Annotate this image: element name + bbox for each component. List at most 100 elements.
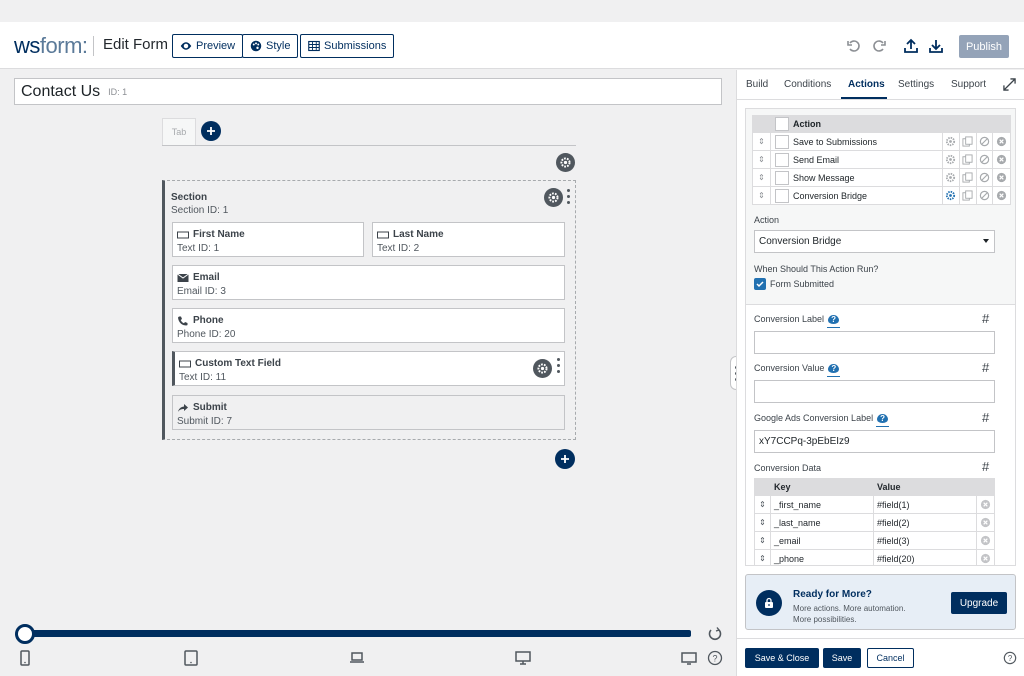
submissions-button[interactable]: Submissions bbox=[300, 34, 395, 58]
row-checkbox[interactable] bbox=[775, 188, 789, 203]
tab-actions[interactable]: Actions bbox=[848, 79, 885, 90]
drag-handle-icon[interactable]: ⇕ bbox=[755, 550, 771, 565]
delete-icon[interactable] bbox=[993, 151, 1010, 168]
field-first-name[interactable]: First Name Text ID: 1 bbox=[172, 222, 364, 257]
desktop-icon[interactable] bbox=[515, 650, 531, 666]
kv-row[interactable]: ⇕ _phone #field(20) bbox=[754, 550, 995, 565]
drag-handle-icon[interactable]: ⇕ bbox=[755, 514, 771, 531]
delete-icon[interactable] bbox=[977, 550, 994, 565]
tab-support[interactable]: Support bbox=[951, 79, 986, 90]
tab-1[interactable]: Tab bbox=[162, 118, 196, 145]
add-tab-button[interactable] bbox=[201, 121, 221, 141]
field-submit[interactable]: Submit Submit ID: 7 bbox=[172, 395, 565, 430]
kv-row[interactable]: ⇕ _first_name #field(1) bbox=[754, 496, 995, 514]
delete-icon[interactable] bbox=[977, 532, 994, 549]
expand-icon[interactable] bbox=[1003, 78, 1016, 91]
variable-hash-icon[interactable]: # bbox=[982, 459, 989, 474]
help-icon[interactable]: ? bbox=[877, 414, 889, 425]
disable-icon[interactable] bbox=[977, 187, 994, 204]
tab-build[interactable]: Build bbox=[746, 79, 768, 90]
help-icon[interactable]: ? bbox=[828, 315, 840, 326]
breakpoint-slider-handle[interactable] bbox=[15, 624, 35, 644]
upload-icon[interactable] bbox=[903, 38, 919, 54]
variable-hash-icon[interactable]: # bbox=[982, 360, 989, 375]
kv-key[interactable]: _phone bbox=[771, 550, 874, 565]
drag-handle-icon[interactable]: ⇕ bbox=[755, 496, 771, 513]
help-icon[interactable]: ? bbox=[828, 364, 840, 375]
kv-key[interactable]: _last_name bbox=[771, 514, 874, 531]
action-row[interactable]: ⇕ Show Message bbox=[752, 169, 1011, 187]
cancel-button[interactable]: Cancel bbox=[867, 648, 914, 668]
gear-icon[interactable] bbox=[943, 169, 960, 186]
style-button[interactable]: Style bbox=[242, 34, 299, 58]
laptop-icon[interactable] bbox=[349, 650, 365, 666]
preview-button[interactable]: Preview bbox=[172, 34, 244, 58]
save-close-button[interactable]: Save & Close bbox=[745, 648, 819, 668]
kv-value[interactable]: #field(1) bbox=[874, 496, 977, 513]
conversion-label-input[interactable] bbox=[754, 331, 995, 354]
reset-icon[interactable] bbox=[707, 626, 723, 642]
form-name-field[interactable]: Contact Us ID: 1 bbox=[14, 78, 722, 105]
wide-screen-icon[interactable] bbox=[681, 650, 697, 666]
mobile-icon[interactable] bbox=[17, 650, 33, 666]
field-custom-text[interactable]: Custom Text Field Text ID: 11 bbox=[172, 351, 565, 386]
checkmark-icon[interactable] bbox=[754, 278, 766, 290]
section-menu-icon[interactable] bbox=[567, 189, 571, 207]
field-menu-icon[interactable] bbox=[557, 358, 561, 376]
kv-value[interactable]: #field(2) bbox=[874, 514, 977, 531]
tab-settings-button[interactable] bbox=[556, 153, 575, 172]
save-button[interactable]: Save bbox=[823, 648, 861, 668]
gear-icon[interactable] bbox=[943, 187, 960, 204]
kv-row[interactable]: ⇕ _email #field(3) bbox=[754, 532, 995, 550]
delete-icon[interactable] bbox=[977, 496, 994, 513]
gear-icon[interactable] bbox=[943, 133, 960, 150]
drag-handle-icon[interactable]: ⇕ bbox=[753, 133, 771, 150]
redo-icon[interactable] bbox=[871, 38, 887, 54]
action-row[interactable]: ⇕ Save to Submissions bbox=[752, 133, 1011, 151]
kv-row[interactable]: ⇕ _last_name #field(2) bbox=[754, 514, 995, 532]
help-icon[interactable]: ? bbox=[1003, 651, 1017, 665]
drag-handle-icon[interactable]: ⇕ bbox=[753, 187, 771, 204]
conversion-value-input[interactable] bbox=[754, 380, 995, 403]
kv-value[interactable]: #field(20) bbox=[874, 550, 977, 565]
undo-icon[interactable] bbox=[846, 38, 862, 54]
tab-settings[interactable]: Settings bbox=[898, 79, 934, 90]
help-icon[interactable]: ? bbox=[707, 650, 723, 666]
publish-button[interactable]: Publish bbox=[959, 35, 1009, 58]
google-ads-input[interactable]: xY7CCPq-3pEbEIz9 bbox=[754, 430, 995, 453]
row-checkbox[interactable] bbox=[775, 152, 789, 167]
breakpoint-slider-track[interactable] bbox=[24, 630, 691, 637]
clone-icon[interactable] bbox=[960, 133, 977, 150]
kv-key[interactable]: _first_name bbox=[771, 496, 874, 513]
row-checkbox[interactable] bbox=[775, 134, 789, 149]
variable-hash-icon[interactable]: # bbox=[982, 410, 989, 425]
tab-conditions[interactable]: Conditions bbox=[784, 79, 831, 90]
section-settings-button[interactable] bbox=[544, 188, 563, 207]
disable-icon[interactable] bbox=[977, 151, 994, 168]
delete-icon[interactable] bbox=[993, 133, 1010, 150]
field-settings-button[interactable] bbox=[533, 359, 552, 378]
clone-icon[interactable] bbox=[960, 187, 977, 204]
field-last-name[interactable]: Last Name Text ID: 2 bbox=[372, 222, 565, 257]
drag-handle-icon[interactable]: ⇕ bbox=[753, 169, 771, 186]
action-row[interactable]: ⇕ Send Email bbox=[752, 151, 1011, 169]
drag-handle-icon[interactable]: ⇕ bbox=[753, 151, 771, 168]
action-row[interactable]: ⇕ Conversion Bridge bbox=[752, 187, 1011, 205]
gear-icon[interactable] bbox=[943, 151, 960, 168]
tablet-icon[interactable] bbox=[183, 650, 199, 666]
clone-icon[interactable] bbox=[960, 151, 977, 168]
disable-icon[interactable] bbox=[977, 133, 994, 150]
delete-icon[interactable] bbox=[993, 187, 1010, 204]
delete-icon[interactable] bbox=[993, 169, 1010, 186]
field-phone[interactable]: Phone Phone ID: 20 bbox=[172, 308, 565, 343]
drag-handle-icon[interactable]: ⇕ bbox=[755, 532, 771, 549]
upgrade-button[interactable]: Upgrade bbox=[951, 592, 1007, 614]
delete-icon[interactable] bbox=[977, 514, 994, 531]
kv-value[interactable]: #field(3) bbox=[874, 532, 977, 549]
field-email[interactable]: Email Email ID: 3 bbox=[172, 265, 565, 300]
add-section-button[interactable] bbox=[555, 449, 575, 469]
select-all-checkbox[interactable] bbox=[775, 117, 789, 131]
variable-hash-icon[interactable]: # bbox=[982, 311, 989, 326]
form-submitted-checkbox[interactable]: Form Submitted bbox=[754, 278, 834, 290]
download-icon[interactable] bbox=[928, 38, 944, 54]
